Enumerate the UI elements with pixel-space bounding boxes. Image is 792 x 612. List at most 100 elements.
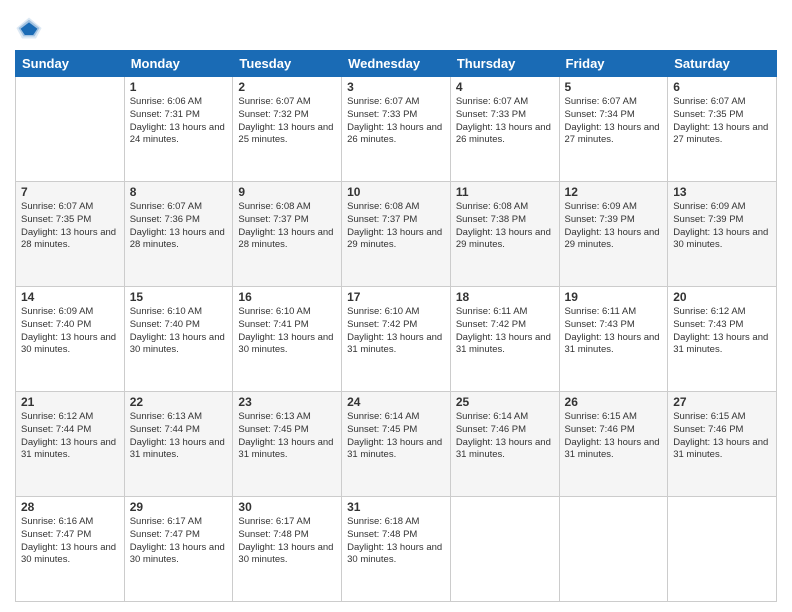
calendar-cell xyxy=(668,497,777,602)
cell-content: Sunrise: 6:07 AM Sunset: 7:32 PM Dayligh… xyxy=(238,96,336,147)
header-cell-saturday: Saturday xyxy=(668,51,777,77)
day-number: 19 xyxy=(565,290,663,304)
cell-content: Sunrise: 6:14 AM Sunset: 7:46 PM Dayligh… xyxy=(456,411,554,462)
day-number: 17 xyxy=(347,290,445,304)
cell-content: Sunrise: 6:13 AM Sunset: 7:44 PM Dayligh… xyxy=(130,411,228,462)
week-row-0: 1 Sunrise: 6:06 AM Sunset: 7:31 PM Daylig… xyxy=(16,77,777,182)
day-number: 23 xyxy=(238,395,336,409)
calendar-cell: 10Sunrise: 6:08 AM Sunset: 7:37 PM Dayli… xyxy=(342,182,451,287)
calendar-cell: 20 Sunrise: 6:12 AM Sunset: 7:43 PM Dayli… xyxy=(668,287,777,392)
logo xyxy=(15,14,45,42)
cell-content: Sunrise: 6:09 AM Sunset: 7:39 PM Dayligh… xyxy=(673,201,771,252)
day-number: 20 xyxy=(673,290,771,304)
header-cell-thursday: Thursday xyxy=(450,51,559,77)
calendar-cell: 25Sunrise: 6:14 AM Sunset: 7:46 PM Dayli… xyxy=(450,392,559,497)
cell-content: Sunrise: 6:07 AM Sunset: 7:33 PM Dayligh… xyxy=(456,96,554,147)
day-number: 21 xyxy=(21,395,119,409)
cell-content: Sunrise: 6:07 AM Sunset: 7:35 PM Dayligh… xyxy=(673,96,771,147)
header-cell-tuesday: Tuesday xyxy=(233,51,342,77)
day-number: 26 xyxy=(565,395,663,409)
calendar-cell: 12Sunrise: 6:09 AM Sunset: 7:39 PM Dayli… xyxy=(559,182,668,287)
cell-content: Sunrise: 6:08 AM Sunset: 7:37 PM Dayligh… xyxy=(347,201,445,252)
calendar-cell: 13 Sunrise: 6:09 AM Sunset: 7:39 PM Dayli… xyxy=(668,182,777,287)
week-row-1: 7 Sunrise: 6:07 AM Sunset: 7:35 PM Daylig… xyxy=(16,182,777,287)
calendar-cell: 29Sunrise: 6:17 AM Sunset: 7:47 PM Dayli… xyxy=(124,497,233,602)
calendar-cell: 5 Sunrise: 6:07 AM Sunset: 7:34 PM Daylig… xyxy=(559,77,668,182)
calendar-cell: 30 Sunrise: 6:17 AM Sunset: 7:48 PM Dayli… xyxy=(233,497,342,602)
cell-content: Sunrise: 6:16 AM Sunset: 7:47 PM Dayligh… xyxy=(21,516,119,567)
day-number: 8 xyxy=(130,185,228,199)
logo-icon xyxy=(15,14,43,42)
calendar-cell: 27Sunrise: 6:15 AM Sunset: 7:46 PM Dayli… xyxy=(668,392,777,497)
cell-content: Sunrise: 6:07 AM Sunset: 7:36 PM Dayligh… xyxy=(130,201,228,252)
calendar-cell: 1 Sunrise: 6:06 AM Sunset: 7:31 PM Daylig… xyxy=(124,77,233,182)
day-number: 9 xyxy=(238,185,336,199)
calendar-cell: 28 Sunrise: 6:16 AM Sunset: 7:47 PM Dayli… xyxy=(16,497,125,602)
calendar-cell: 26 Sunrise: 6:15 AM Sunset: 7:46 PM Dayli… xyxy=(559,392,668,497)
day-number: 14 xyxy=(21,290,119,304)
calendar-cell: 14Sunrise: 6:09 AM Sunset: 7:40 PM Dayli… xyxy=(16,287,125,392)
week-row-3: 21 Sunrise: 6:12 AM Sunset: 7:44 PM Dayli… xyxy=(16,392,777,497)
day-number: 28 xyxy=(21,500,119,514)
cell-content: Sunrise: 6:12 AM Sunset: 7:44 PM Dayligh… xyxy=(21,411,119,462)
calendar-cell: 3Sunrise: 6:07 AM Sunset: 7:33 PM Daylig… xyxy=(342,77,451,182)
day-number: 11 xyxy=(456,185,554,199)
cell-content: Sunrise: 6:07 AM Sunset: 7:34 PM Dayligh… xyxy=(565,96,663,147)
header-cell-sunday: Sunday xyxy=(16,51,125,77)
header xyxy=(15,10,777,42)
cell-content: Sunrise: 6:15 AM Sunset: 7:46 PM Dayligh… xyxy=(565,411,663,462)
calendar-header: SundayMondayTuesdayWednesdayThursdayFrid… xyxy=(16,51,777,77)
calendar-cell: 9 Sunrise: 6:08 AM Sunset: 7:37 PM Daylig… xyxy=(233,182,342,287)
day-number: 18 xyxy=(456,290,554,304)
header-cell-wednesday: Wednesday xyxy=(342,51,451,77)
day-number: 13 xyxy=(673,185,771,199)
cell-content: Sunrise: 6:06 AM Sunset: 7:31 PM Dayligh… xyxy=(130,96,228,147)
day-number: 30 xyxy=(238,500,336,514)
calendar-cell: 23 Sunrise: 6:13 AM Sunset: 7:45 PM Dayli… xyxy=(233,392,342,497)
day-number: 5 xyxy=(565,80,663,94)
calendar-cell: 31 Sunrise: 6:18 AM Sunset: 7:48 PM Dayli… xyxy=(342,497,451,602)
cell-content: Sunrise: 6:15 AM Sunset: 7:46 PM Dayligh… xyxy=(673,411,771,462)
calendar-cell xyxy=(16,77,125,182)
calendar-cell: 11 Sunrise: 6:08 AM Sunset: 7:38 PM Dayli… xyxy=(450,182,559,287)
cell-content: Sunrise: 6:10 AM Sunset: 7:42 PM Dayligh… xyxy=(347,306,445,357)
cell-content: Sunrise: 6:13 AM Sunset: 7:45 PM Dayligh… xyxy=(238,411,336,462)
calendar-cell: 6 Sunrise: 6:07 AM Sunset: 7:35 PM Daylig… xyxy=(668,77,777,182)
cell-content: Sunrise: 6:18 AM Sunset: 7:48 PM Dayligh… xyxy=(347,516,445,567)
day-number: 29 xyxy=(130,500,228,514)
calendar-cell: 21 Sunrise: 6:12 AM Sunset: 7:44 PM Dayli… xyxy=(16,392,125,497)
calendar-cell: 8 Sunrise: 6:07 AM Sunset: 7:36 PM Daylig… xyxy=(124,182,233,287)
calendar-cell: 17 Sunrise: 6:10 AM Sunset: 7:42 PM Dayli… xyxy=(342,287,451,392)
calendar-cell: 22 Sunrise: 6:13 AM Sunset: 7:44 PM Dayli… xyxy=(124,392,233,497)
cell-content: Sunrise: 6:08 AM Sunset: 7:38 PM Dayligh… xyxy=(456,201,554,252)
calendar-cell: 16 Sunrise: 6:10 AM Sunset: 7:41 PM Dayli… xyxy=(233,287,342,392)
week-row-4: 28 Sunrise: 6:16 AM Sunset: 7:47 PM Dayli… xyxy=(16,497,777,602)
day-number: 1 xyxy=(130,80,228,94)
day-number: 6 xyxy=(673,80,771,94)
header-cell-friday: Friday xyxy=(559,51,668,77)
calendar-cell: 18 Sunrise: 6:11 AM Sunset: 7:42 PM Dayli… xyxy=(450,287,559,392)
calendar-cell: 15Sunrise: 6:10 AM Sunset: 7:40 PM Dayli… xyxy=(124,287,233,392)
day-number: 16 xyxy=(238,290,336,304)
cell-content: Sunrise: 6:11 AM Sunset: 7:42 PM Dayligh… xyxy=(456,306,554,357)
calendar-cell: 7 Sunrise: 6:07 AM Sunset: 7:35 PM Daylig… xyxy=(16,182,125,287)
cell-content: Sunrise: 6:12 AM Sunset: 7:43 PM Dayligh… xyxy=(673,306,771,357)
day-number: 22 xyxy=(130,395,228,409)
cell-content: Sunrise: 6:17 AM Sunset: 7:48 PM Dayligh… xyxy=(238,516,336,567)
calendar-table: SundayMondayTuesdayWednesdayThursdayFrid… xyxy=(15,50,777,602)
day-number: 7 xyxy=(21,185,119,199)
calendar-cell: 4 Sunrise: 6:07 AM Sunset: 7:33 PM Daylig… xyxy=(450,77,559,182)
calendar-cell xyxy=(450,497,559,602)
day-number: 2 xyxy=(238,80,336,94)
week-row-2: 14Sunrise: 6:09 AM Sunset: 7:40 PM Dayli… xyxy=(16,287,777,392)
cell-content: Sunrise: 6:10 AM Sunset: 7:41 PM Dayligh… xyxy=(238,306,336,357)
cell-content: Sunrise: 6:10 AM Sunset: 7:40 PM Dayligh… xyxy=(130,306,228,357)
calendar-body: 1 Sunrise: 6:06 AM Sunset: 7:31 PM Daylig… xyxy=(16,77,777,602)
cell-content: Sunrise: 6:08 AM Sunset: 7:37 PM Dayligh… xyxy=(238,201,336,252)
calendar-cell: 2 Sunrise: 6:07 AM Sunset: 7:32 PM Daylig… xyxy=(233,77,342,182)
day-number: 4 xyxy=(456,80,554,94)
day-number: 24 xyxy=(347,395,445,409)
cell-content: Sunrise: 6:11 AM Sunset: 7:43 PM Dayligh… xyxy=(565,306,663,357)
day-number: 31 xyxy=(347,500,445,514)
cell-content: Sunrise: 6:07 AM Sunset: 7:35 PM Dayligh… xyxy=(21,201,119,252)
